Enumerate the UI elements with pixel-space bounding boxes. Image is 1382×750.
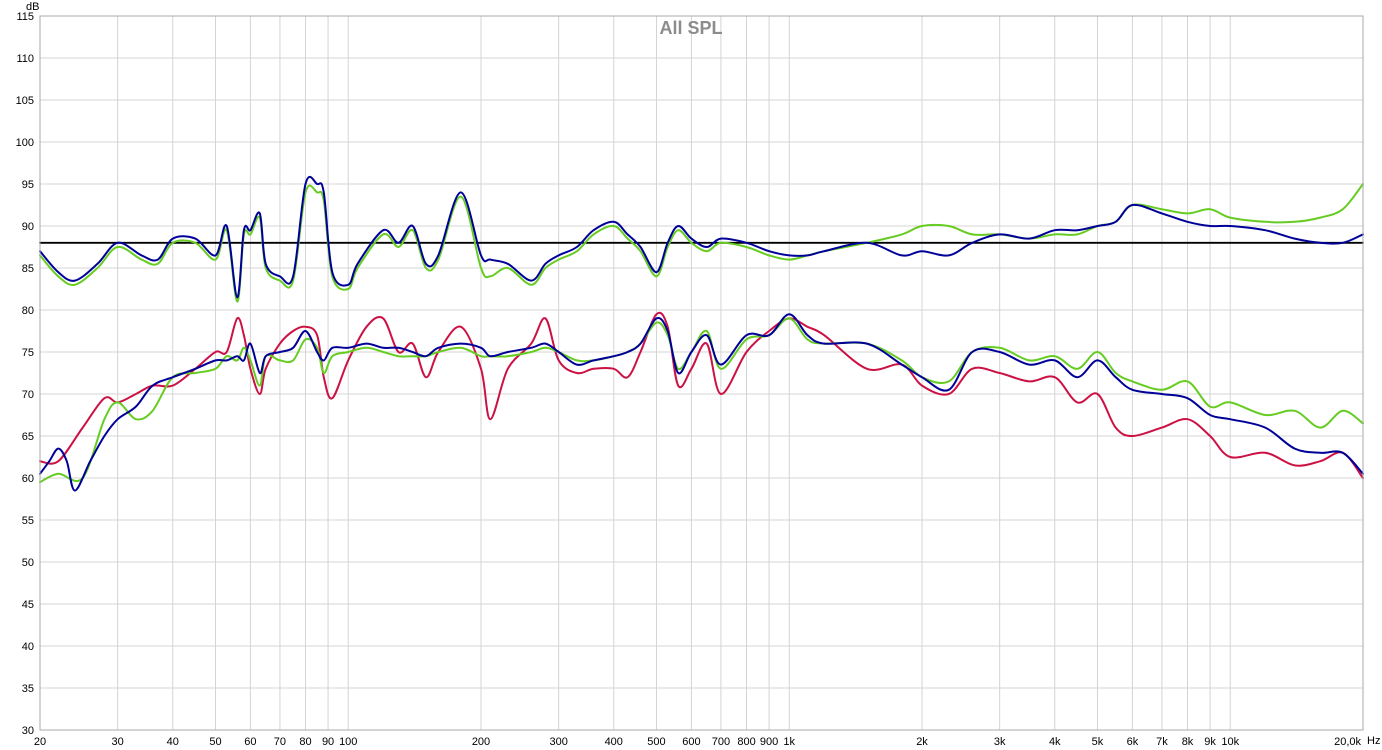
x-tick-label: 30 xyxy=(112,736,124,748)
x-tick-label: 9k xyxy=(1204,736,1216,748)
x-tick-label: 2k xyxy=(916,736,928,748)
chart-title: All SPL xyxy=(659,18,722,38)
y-tick-label: 45 xyxy=(22,599,34,611)
x-tick-label: 20,0k xyxy=(1334,736,1361,748)
x-tick-label: 6k xyxy=(1127,736,1139,748)
y-tick-label: 85 xyxy=(22,263,34,275)
y-tick-label: 30 xyxy=(22,725,34,737)
x-tick-label: 400 xyxy=(605,736,623,748)
y-axis-label: dB xyxy=(26,1,39,13)
y-tick-label: 60 xyxy=(22,473,34,485)
x-tick-label: 70 xyxy=(274,736,286,748)
y-tick-label: 105 xyxy=(16,95,34,107)
y-tick-label: 100 xyxy=(16,137,34,149)
x-tick-label: 10k xyxy=(1221,736,1239,748)
x-tick-label: 4k xyxy=(1049,736,1061,748)
x-tick-label: 3k xyxy=(994,736,1006,748)
y-tick-label: 70 xyxy=(22,389,34,401)
x-tick-label: 90 xyxy=(322,736,334,748)
y-tick-label: 110 xyxy=(16,53,34,65)
x-tick-label: 100 xyxy=(339,736,357,748)
x-axis-label: Hz xyxy=(1367,735,1380,747)
x-tick-label: 300 xyxy=(549,736,567,748)
y-tick-label: 80 xyxy=(22,305,34,317)
x-tick-label: 40 xyxy=(167,736,179,748)
y-tick-label: 95 xyxy=(22,179,34,191)
x-tick-label: 500 xyxy=(647,736,665,748)
x-tick-label: 50 xyxy=(209,736,221,748)
y-tick-label: 55 xyxy=(22,515,34,527)
x-tick-label: 200 xyxy=(472,736,490,748)
chart-container: 30 35 40 45 50 55 60 65 70 75 80 85 90 95 100 105 110 115… xyxy=(0,0,1382,750)
x-tick-label: 1k xyxy=(783,736,795,748)
x-tick-label: 5k xyxy=(1092,736,1104,748)
x-tick-label: 60 xyxy=(244,736,256,748)
x-tick-label: 600 xyxy=(682,736,700,748)
spl-chart: 3035404550556065707580859095100105110115… xyxy=(16,1,1381,748)
y-tick-label: 65 xyxy=(22,431,34,443)
y-tick-label: 75 xyxy=(22,347,34,359)
x-tick-label: 7k xyxy=(1156,736,1168,748)
x-tick-label: 700 xyxy=(712,736,730,748)
x-tick-label: 900 xyxy=(760,736,778,748)
x-tick-label: 20 xyxy=(34,736,46,748)
x-tick-label: 8k xyxy=(1182,736,1194,748)
y-tick-label: 40 xyxy=(22,641,34,653)
y-tick-label: 50 xyxy=(22,557,34,569)
x-tick-label: 800 xyxy=(737,736,755,748)
x-tick-label: 80 xyxy=(299,736,311,748)
y-tick-label: 90 xyxy=(22,221,34,233)
plot-area xyxy=(40,16,1363,730)
y-tick-label: 35 xyxy=(22,683,34,695)
